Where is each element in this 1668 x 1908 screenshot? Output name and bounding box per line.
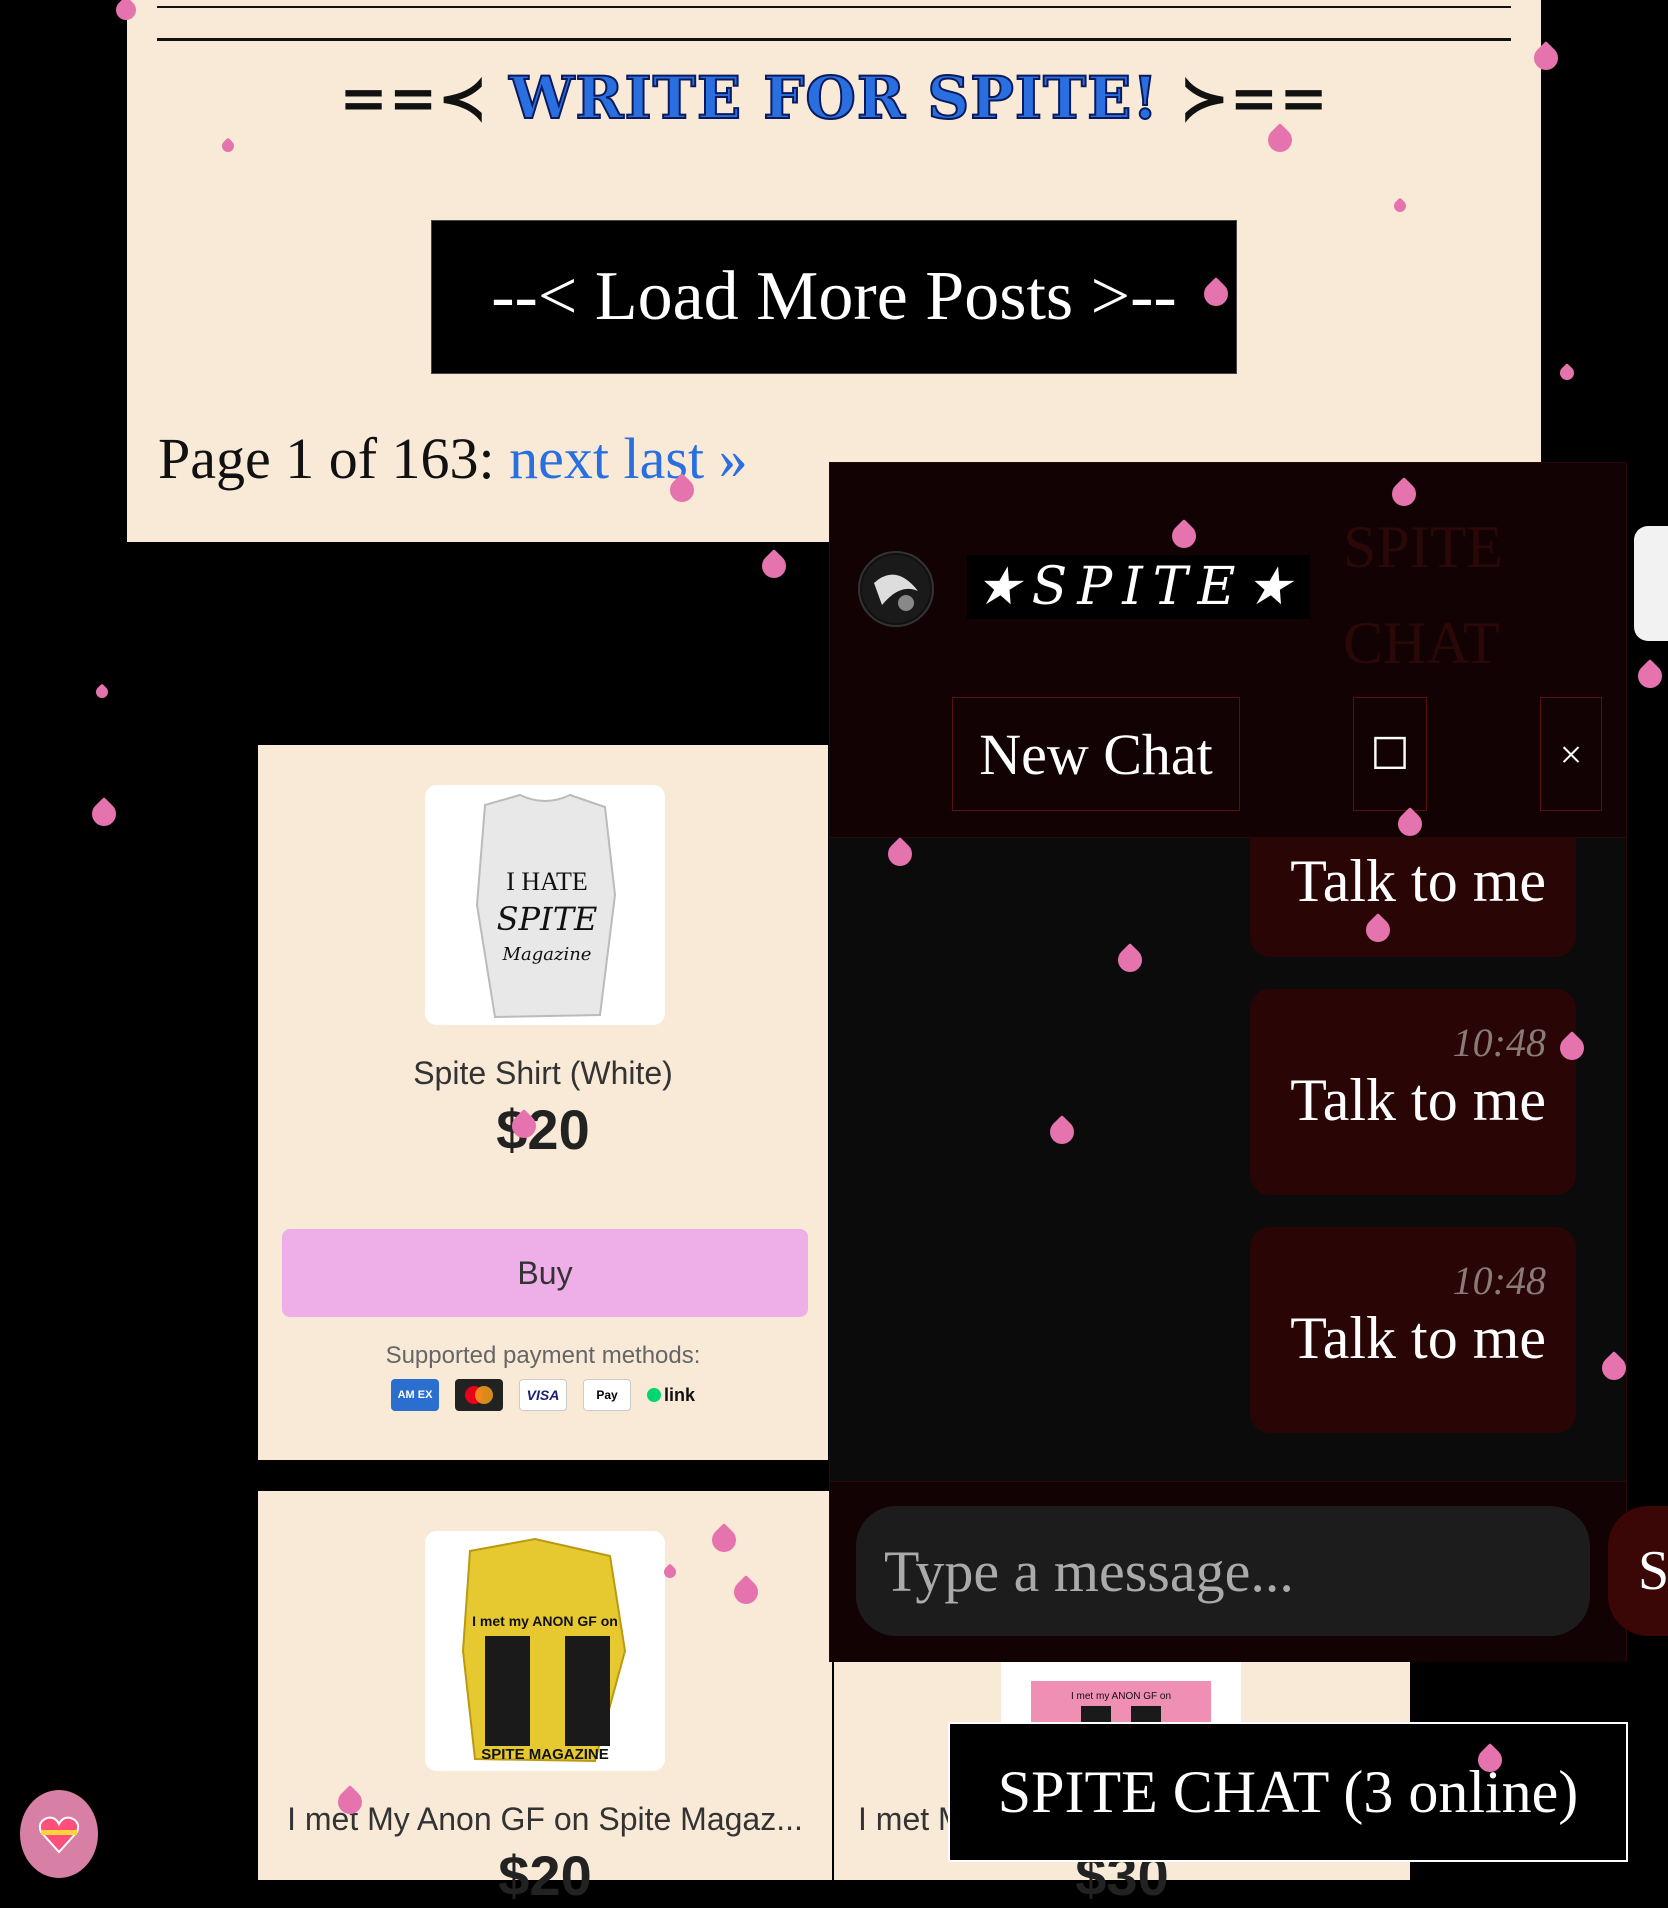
heart-icon bbox=[87, 797, 121, 831]
mastercard-icon bbox=[455, 1379, 503, 1411]
banner-left: ==≺ bbox=[339, 64, 488, 132]
heart-icon bbox=[93, 683, 111, 701]
shirt-text: I met my ANON GF on bbox=[1071, 1691, 1171, 1702]
heart-icon bbox=[1633, 659, 1667, 693]
link-label: link bbox=[663, 1384, 695, 1405]
side-tab[interactable] bbox=[1634, 526, 1668, 641]
chat-input-bar: S bbox=[830, 1481, 1668, 1662]
product-name[interactable]: Spite Shirt (White) bbox=[258, 1055, 828, 1092]
product-name[interactable]: I met My Anon GF on Spite Magaz... bbox=[258, 1801, 832, 1838]
message-text: Talk to me bbox=[1290, 848, 1546, 914]
pagination: Page 1 of 163: next last » bbox=[158, 425, 748, 492]
send-button[interactable]: S bbox=[1608, 1506, 1668, 1636]
chat-message: Talk to me bbox=[1250, 837, 1576, 957]
blog-panel: ==≺ WRITE FOR SPITE! ≻== --< Load More P… bbox=[127, 0, 1541, 542]
chat-avatar[interactable] bbox=[858, 551, 934, 627]
amex-icon: AM EX bbox=[391, 1379, 439, 1411]
product-card: I HATE SPITE Magazine Spite Shirt (White… bbox=[258, 745, 828, 1460]
new-chat-button[interactable]: New Chat bbox=[952, 697, 1240, 811]
maximize-button[interactable]: ☐ bbox=[1353, 697, 1427, 811]
banner-right: ≻== bbox=[1180, 64, 1329, 132]
next-page-link[interactable]: next bbox=[509, 426, 609, 491]
product-price: $20 bbox=[496, 1098, 590, 1161]
message-time: 10:48 bbox=[1452, 1020, 1546, 1065]
message-time: 10:48 bbox=[1452, 1258, 1546, 1303]
chat-message: 10:48 Talk to me bbox=[1250, 989, 1576, 1195]
shirt-text: Magazine bbox=[502, 944, 592, 965]
page-count: Page 1 of 163: bbox=[158, 426, 495, 491]
shirt-text: SPITE MAGAZINE bbox=[481, 1746, 609, 1763]
visa-icon: VISA bbox=[519, 1379, 567, 1411]
payment-methods-label: Supported payment methods: bbox=[385, 1342, 701, 1369]
spite-chat-bar[interactable]: SPITE CHAT (3 online) bbox=[948, 1722, 1628, 1862]
shirt-text: I met my ANON GF on bbox=[472, 1613, 618, 1629]
product-price: $20 bbox=[498, 1844, 592, 1907]
shirt-text: SPITE bbox=[497, 900, 598, 938]
shirt-text: I HATE bbox=[506, 867, 588, 896]
gift-heart-icon[interactable] bbox=[20, 1790, 98, 1878]
divider bbox=[157, 38, 1511, 41]
close-button[interactable]: × bbox=[1540, 697, 1602, 811]
load-more-posts-button[interactable]: --< Load More Posts >-- bbox=[431, 220, 1237, 374]
product-image[interactable]: I HATE SPITE Magazine bbox=[425, 785, 665, 1025]
heart-icon bbox=[757, 549, 791, 583]
apple-pay-icon: Pay bbox=[583, 1379, 631, 1411]
chat-message: 10:48 Talk to me bbox=[1250, 1227, 1576, 1433]
chat-brand: ★SPITE★ bbox=[967, 555, 1311, 619]
last-page-link[interactable]: last » bbox=[624, 426, 748, 491]
message-text: Talk to me bbox=[1290, 1067, 1546, 1133]
message-text: Talk to me bbox=[1290, 1305, 1546, 1371]
payment-icons: AM EX VISA Pay link bbox=[258, 1379, 828, 1411]
heart-icon bbox=[1557, 363, 1577, 383]
product-image[interactable]: I met my ANON GF on SPITE MAGAZINE bbox=[425, 1531, 665, 1771]
chat-window: ★SPITE★ SPITE CHAT New Chat ☐ × Talk to … bbox=[829, 462, 1668, 1662]
chat-header: ★SPITE★ SPITE CHAT New Chat ☐ × bbox=[830, 463, 1626, 838]
buy-button[interactable]: Buy bbox=[282, 1229, 808, 1317]
chat-title: SPITE CHAT bbox=[1343, 514, 1504, 676]
message-input[interactable] bbox=[856, 1506, 1590, 1636]
divider bbox=[157, 6, 1511, 8]
link-pay-icon: link bbox=[647, 1379, 695, 1411]
product-card: I met my ANON GF on SPITE MAGAZINE I met… bbox=[258, 1491, 832, 1907]
write-for-spite-banner[interactable]: ==≺ WRITE FOR SPITE! ≻== bbox=[127, 63, 1541, 133]
banner-title[interactable]: WRITE FOR SPITE! bbox=[508, 63, 1159, 133]
